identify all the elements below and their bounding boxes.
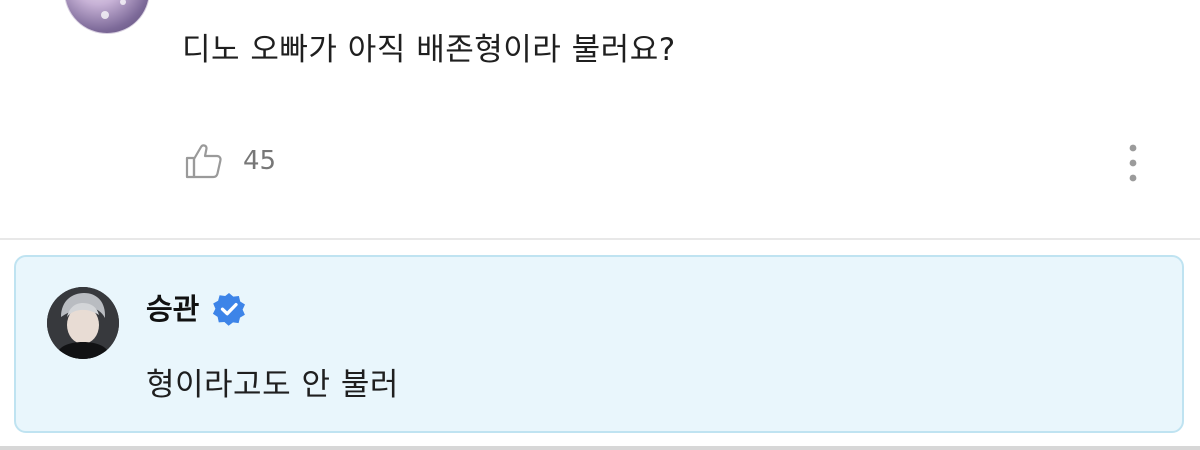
- comment-text: 디노 오빠가 아직 배존형이라 불러요?: [182, 32, 676, 68]
- artist-reply-card: 승관 형이라고도 안 불러: [14, 255, 1184, 433]
- reply-author-name[interactable]: 승관: [146, 289, 199, 329]
- reply-author-row: 승관: [146, 289, 247, 329]
- like-button[interactable]: 45: [184, 141, 276, 181]
- like-count: 45: [243, 146, 277, 176]
- reply-avatar[interactable]: [47, 287, 119, 359]
- fan-avatar[interactable]: [64, 0, 150, 34]
- divider: [0, 238, 1200, 240]
- comment-thread: 디노 오빠가 아직 배존형이라 불러요? 45 승관 형이라고도 안 불러: [0, 0, 1200, 450]
- verified-badge-icon: [213, 293, 246, 326]
- thumbs-up-icon[interactable]: [184, 141, 224, 181]
- bottom-divider: [0, 446, 1200, 450]
- fan-comment: 디노 오빠가 아직 배존형이라 불러요? 45: [0, 0, 1200, 238]
- more-options-button[interactable]: [1118, 142, 1148, 184]
- more-vertical-icon[interactable]: [1118, 142, 1148, 184]
- reply-text: 형이라고도 안 불러: [146, 367, 399, 403]
